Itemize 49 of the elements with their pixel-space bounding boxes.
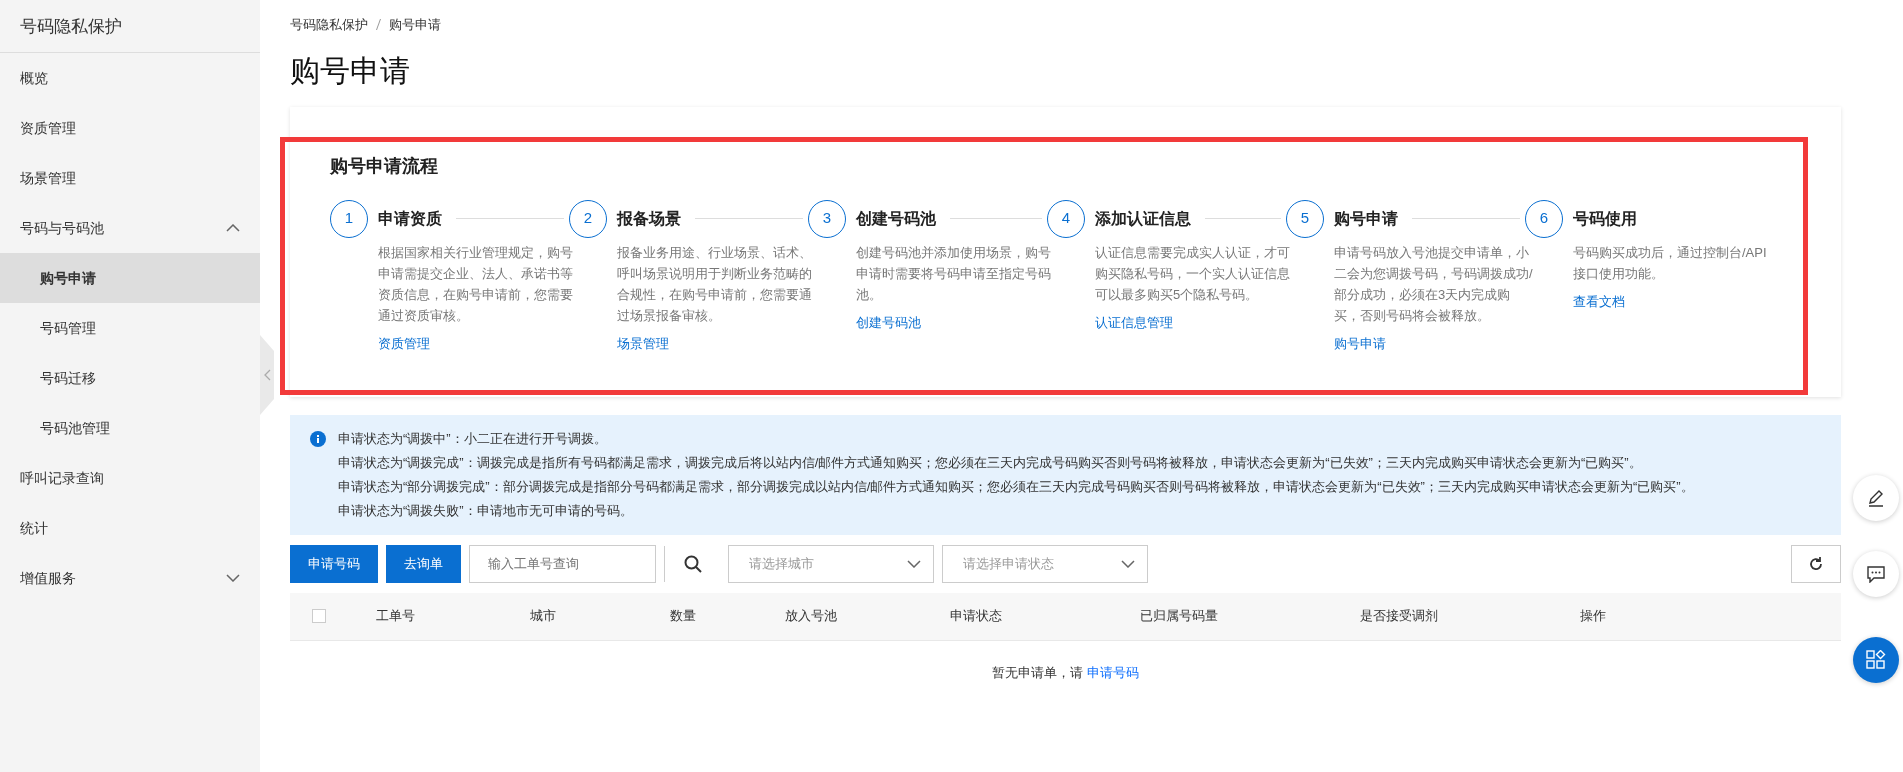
section-title: 购号申请流程 <box>330 154 439 178</box>
step-description: 认证信息需要完成实人认证，才可购买隐私号码，一个实人认证信息可以最多购买5个隐私号码。 <box>1095 243 1291 304</box>
breadcrumb-link[interactable]: 号码隐私保护 <box>290 17 368 32</box>
step-title: 号码使用 <box>1573 208 1637 229</box>
sidebar-item[interactable]: 场景管理 <box>0 153 260 203</box>
sidebar-item[interactable]: 购号申请 <box>0 253 260 303</box>
sidebar-item[interactable]: 增值服务 <box>0 553 260 603</box>
step-title: 添加认证信息 <box>1095 208 1191 229</box>
step-description: 报备业务用途、行业场景、话术、呼叫场景说明用于判断业务范畴的合规性，在购号申请前，您需要通过场景报备审核。 <box>617 243 813 325</box>
step-title: 购号申请 <box>1334 208 1398 229</box>
column-header: 是否接受调剂 <box>1359 607 1439 626</box>
column-header: 已归属号码量 <box>1139 607 1219 626</box>
notice-text: 申请状态为“调拨失败”：申请地市无可申请的号码。 <box>338 501 634 520</box>
step-description: 号码购买成功后，通过控制台/API接口使用功能。 <box>1573 243 1768 283</box>
page-title: 购号申请 <box>290 52 411 89</box>
empty-message: 暂无申请单，请 <box>992 664 1085 680</box>
action-button[interactable]: 申请号码 <box>290 544 378 583</box>
sidebar-item[interactable]: 统计 <box>0 503 260 553</box>
sidebar-item[interactable]: 呼叫记录查询 <box>0 453 260 503</box>
notice-text: 申请状态为“部分调拨完成”：部分调拨完成是指部分号码都满足需求，部分调拨完成以站内信/邮件方式通知购买；您必须在三天内完成号码购买否则号码将被释放，申请状态会更新为“已失效”；三天内完成购买申请状态会更新为“已购买”。 <box>338 477 1694 496</box>
action-button[interactable]: 去询单 <box>386 544 461 583</box>
step-link[interactable]: 场景管理 <box>617 333 669 353</box>
notice-text: 申请状态为“调拨中”：小二正在进行开号调拨。 <box>338 429 608 448</box>
column-header: 工单号 <box>375 607 416 626</box>
column-header: 放入号池 <box>784 607 838 626</box>
sidebar-item[interactable]: 号码池管理 <box>0 403 260 453</box>
breadcrumb-current: 购号申请 <box>389 17 441 32</box>
apply-link[interactable]: 申请号码 <box>1086 664 1139 680</box>
sidebar-item[interactable]: 资质管理 <box>0 103 260 153</box>
step-link[interactable]: 查看文档 <box>1573 291 1625 311</box>
column-header: 城市 <box>529 607 557 626</box>
step-link[interactable]: 创建号码池 <box>856 312 921 332</box>
step-title: 创建号码池 <box>856 208 936 229</box>
column-header: 数量 <box>669 607 697 626</box>
notice-text: 申请状态为“调拨完成”：调拨完成是指所有号码都满足需求，调拨完成后将以站内信/邮件方式通知购买；您必须在三天内完成号码购买否则号码将被释放，申请状态会更新为“已失效”；三天内完成购买申请状态会更新为“已购买”。 <box>338 453 1643 472</box>
sidebar-item[interactable]: 号码管理 <box>0 303 260 353</box>
step-link[interactable]: 认证信息管理 <box>1095 312 1173 332</box>
sidebar-item[interactable]: 号码迁移 <box>0 353 260 403</box>
sidebar-item[interactable]: 概览 <box>0 53 260 103</box>
sidebar-item[interactable]: 号码与号码池 <box>0 203 260 253</box>
column-header: 申请状态 <box>949 607 1003 626</box>
step-description: 申请号码放入号池提交申请单，小二会为您调拨号码，号码调拨成功/部分成功，必须在3天内完成购买，否则号码将会被释放。 <box>1334 243 1534 325</box>
step-description: 创建号码池并添加使用场景，购号申请时需要将号码申请至指定号码池。 <box>856 243 1052 304</box>
step-title: 报备场景 <box>617 208 681 229</box>
column-header: 操作 <box>1579 607 1607 626</box>
step-link[interactable]: 资质管理 <box>378 333 430 353</box>
step-link[interactable]: 购号申请 <box>1334 333 1386 353</box>
step-title: 申请资质 <box>378 208 442 229</box>
step-description: 根据国家相关行业管理规定，购号申请需提交企业、法人、承诺书等资质信息，在购号申请前，您需要通过资质审核。 <box>378 243 574 325</box>
